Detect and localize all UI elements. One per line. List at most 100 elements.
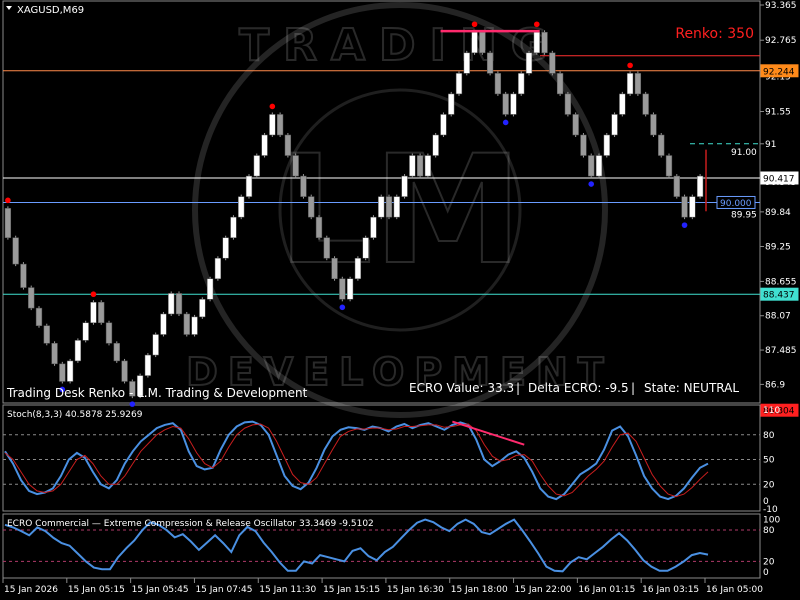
renko-brick	[362, 237, 369, 259]
swing-high-dot	[533, 21, 540, 28]
renko-brick	[409, 155, 416, 177]
footer-separator: |	[516, 381, 520, 395]
renko-brick	[206, 278, 214, 300]
renko-brick	[486, 52, 494, 74]
delta-ecro-text: Delta ECRO: -9.5	[528, 381, 629, 395]
level-label-blue: 90.000	[720, 199, 752, 209]
renko-brick	[673, 175, 680, 197]
renko-brick	[175, 293, 183, 315]
renko-brick	[432, 134, 439, 156]
renko-brick	[98, 301, 105, 324]
renko-brick	[385, 196, 393, 218]
stoch-line-main	[4, 420, 709, 501]
renko-brick	[191, 316, 198, 335]
stoch-panel-frame	[2, 404, 761, 512]
renko-brick	[603, 134, 610, 156]
renko-brick	[74, 340, 82, 362]
symbol-label: XAGUSD,M69	[17, 5, 84, 16]
renko-brick	[331, 257, 338, 280]
watermark-top-text: TRADING	[239, 20, 561, 71]
time-tick-label: 15 Jan 2026	[4, 585, 58, 595]
ecro-scale-label: 0	[763, 568, 769, 578]
renko-brick	[424, 155, 432, 177]
footer-separator: |	[631, 381, 635, 395]
stoch-scale-label: 110	[763, 406, 780, 416]
stoch-title: Stoch(8,3,3) 40.5878 25.9269	[7, 410, 143, 420]
renko-brick	[393, 196, 400, 218]
level-label-price: 90.417	[763, 175, 795, 185]
renko-brick	[354, 257, 362, 280]
renko-brick	[471, 32, 478, 54]
time-tick-label: 15 Jan 11:30	[259, 585, 316, 595]
price-tick-label: 86.9	[765, 380, 785, 390]
time-tick-label: 16 Jan 03:15	[642, 585, 699, 595]
renko-brick	[689, 196, 696, 218]
time-tick-label: 15 Jan 15:15	[323, 585, 380, 595]
renko-brick	[144, 354, 152, 376]
time-tick-label: 16 Jan 05:00	[706, 585, 763, 595]
stoch-scale-label: 80	[763, 431, 775, 441]
renko-brick	[43, 325, 50, 344]
level-label-orange: 92.244	[763, 67, 795, 77]
renko-brick	[611, 114, 618, 136]
renko-brick	[658, 134, 665, 156]
renko-brick	[564, 93, 572, 115]
chart-canvas: LM TRADING DEVELOPMENT 90.00091.0089.95 …	[2, 0, 799, 595]
renko-brick	[525, 52, 533, 74]
swing-low-dot	[681, 222, 688, 228]
renko-brick	[681, 196, 688, 218]
triangle-down-icon[interactable]	[6, 6, 12, 10]
renko-brick	[82, 322, 89, 341]
renko-brick	[595, 155, 603, 177]
renko-brick	[168, 293, 175, 315]
renko-brick	[541, 32, 548, 54]
price-tick-label: 88.07	[765, 312, 791, 322]
renko-brick	[401, 175, 408, 197]
level-note-8995: 89.95	[731, 210, 757, 220]
renko-brick	[580, 134, 587, 156]
time-tick-label: 15 Jan 05:45	[132, 585, 189, 595]
renko-brick	[276, 114, 284, 136]
renko-brick	[463, 52, 470, 74]
renko-brick	[28, 287, 35, 309]
renko-brick	[642, 93, 649, 115]
price-tick-label: 88.655	[765, 277, 797, 287]
renko-brick	[269, 114, 276, 136]
renko-brick	[12, 237, 19, 265]
renko-brick	[696, 175, 704, 197]
swing-high-dot	[471, 21, 478, 28]
footer-left-text: Trading Desk Renko - L.M. Trading & Deve…	[6, 386, 308, 400]
renko-brick	[113, 343, 120, 362]
price-tick-label: 93.365	[765, 1, 797, 11]
renko-brick	[455, 73, 463, 95]
renko-brick	[588, 155, 595, 177]
renko-brick	[160, 313, 167, 335]
time-tick-label: 15 Jan 16:30	[387, 585, 444, 595]
renko-brick	[308, 196, 315, 218]
renko-brick	[183, 313, 190, 335]
renko-brick	[253, 155, 260, 177]
renko-brick	[222, 237, 229, 259]
time-tick-label: 15 Jan 18:00	[451, 585, 508, 595]
renko-brick	[533, 32, 540, 54]
level-note-91: 91.00	[731, 148, 757, 158]
renko-brick	[346, 278, 354, 300]
renko-brick	[619, 93, 626, 115]
renko-brick	[238, 196, 245, 218]
ecro-title: ECRO Commercial — Extreme Compression & …	[7, 519, 374, 529]
renko-brick	[549, 52, 556, 74]
stoch-scale-label: 50	[763, 456, 775, 466]
stoch-scale-label: -10	[763, 505, 778, 515]
price-tick-label: 87.485	[765, 346, 797, 356]
renko-brick	[339, 278, 346, 300]
swing-low-dot	[339, 304, 346, 311]
renko-brick	[284, 134, 292, 156]
stoch-scale-label: 20	[763, 480, 775, 490]
ecro-scale-label: 100	[763, 516, 780, 526]
renko-brick	[626, 73, 634, 95]
renko-brick	[440, 114, 447, 136]
renko-label: Renko: 350	[675, 26, 754, 42]
renko-brick	[323, 237, 330, 259]
ecro-scale-label: 20	[763, 557, 775, 567]
renko-brick	[370, 216, 377, 238]
